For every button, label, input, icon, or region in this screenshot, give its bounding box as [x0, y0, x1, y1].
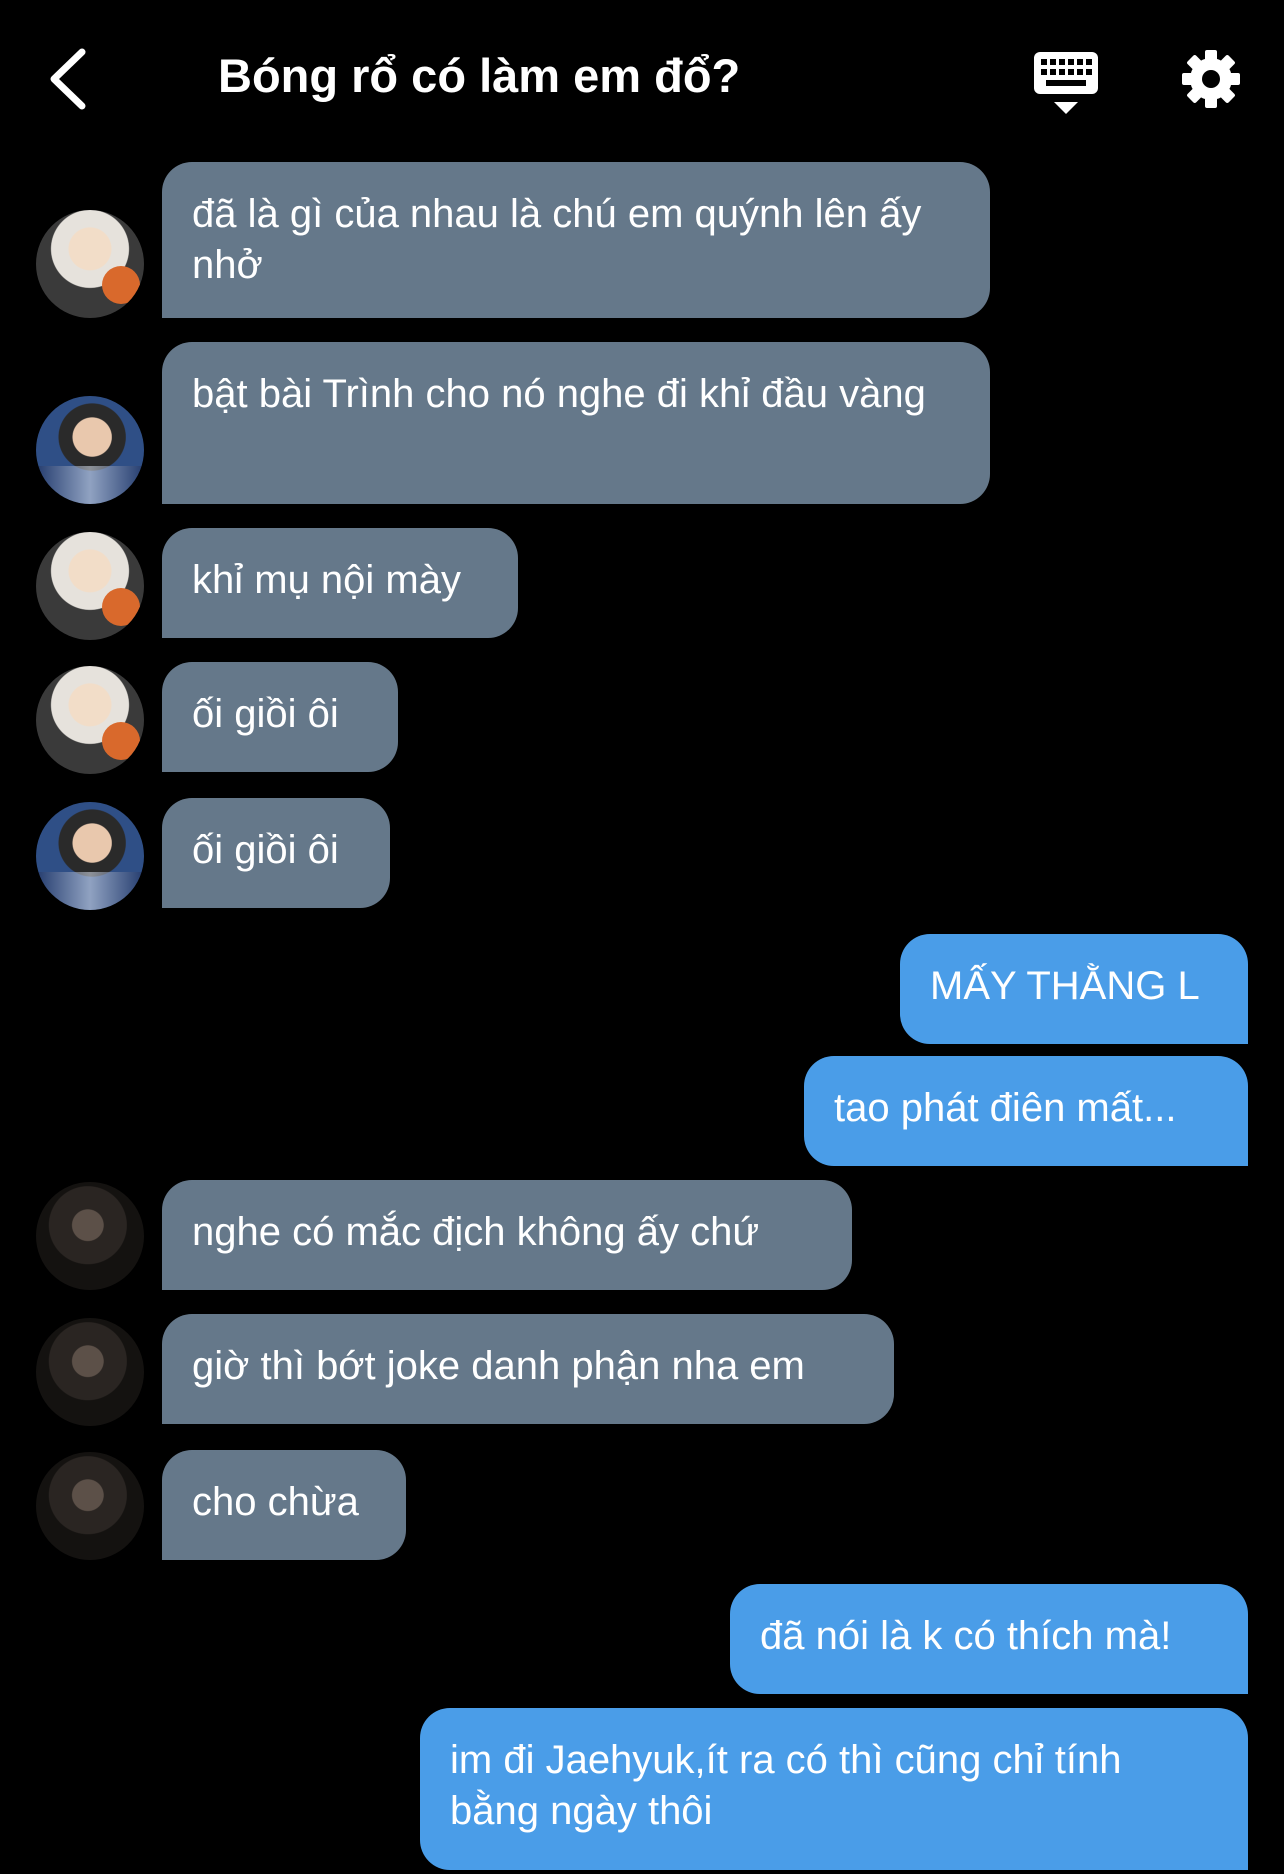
chevron-left-icon: [50, 48, 86, 110]
keyboard-icon: [1034, 52, 1098, 114]
avatar-dark-covered-face[interactable]: [36, 1182, 144, 1290]
keyboard-button[interactable]: [1034, 50, 1098, 116]
message-bubble-incoming[interactable]: nghe có mắc địch không ấy chứ: [162, 1180, 852, 1290]
message-bubble-incoming[interactable]: khỉ mụ nội mày: [162, 528, 518, 638]
settings-button[interactable]: [1180, 48, 1242, 110]
message-bubble-outgoing[interactable]: tao phát điên mất...: [804, 1056, 1248, 1166]
message-bubble-outgoing[interactable]: im đi Jaehyuk,ít ra có thì cũng chỉ tính…: [420, 1708, 1248, 1870]
message-bubble-incoming[interactable]: cho chừa: [162, 1450, 406, 1560]
gear-icon: [1182, 50, 1240, 108]
chat-title: Bóng rổ có làm em đổ?: [218, 49, 741, 102]
avatar-dark-covered-face[interactable]: [36, 1452, 144, 1560]
message-bubble-incoming[interactable]: giờ thì bớt joke danh phận nha em: [162, 1314, 894, 1424]
message-bubble-incoming[interactable]: đã là gì của nhau là chú em quýnh lên ấy…: [162, 162, 990, 318]
message-bubble-incoming[interactable]: bật bài Trình cho nó nghe đi khỉ đầu vàn…: [162, 342, 990, 504]
message-bubble-incoming[interactable]: ối giồi ôi: [162, 798, 390, 908]
avatar-dark-hair-jacket[interactable]: [36, 396, 144, 504]
avatar-blond-basketball[interactable]: [36, 532, 144, 640]
chat-header: Bóng rổ có làm em đổ?: [0, 0, 1284, 160]
message-bubble-incoming[interactable]: ối giồi ôi: [162, 662, 398, 772]
message-bubble-outgoing[interactable]: MẤY THẰNG L: [900, 934, 1248, 1044]
avatar-blond-basketball[interactable]: [36, 210, 144, 318]
avatar-blond-basketball[interactable]: [36, 666, 144, 774]
message-bubble-outgoing[interactable]: đã nói là k có thích mà!: [730, 1584, 1248, 1694]
back-button[interactable]: [44, 44, 94, 114]
avatar-dark-covered-face[interactable]: [36, 1318, 144, 1426]
avatar-dark-hair-jacket[interactable]: [36, 802, 144, 910]
